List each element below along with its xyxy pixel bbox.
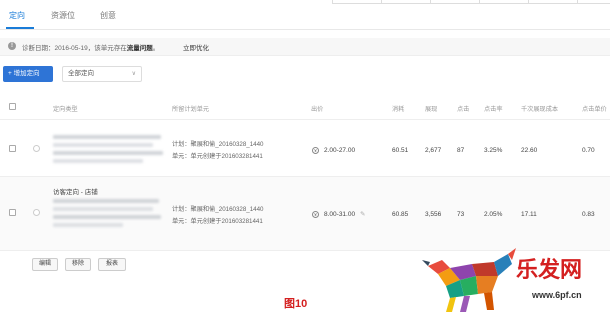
blurred-text: [53, 135, 161, 139]
logo-url-text: www.6pf.cn: [532, 290, 582, 300]
info-icon: !: [8, 42, 16, 50]
blurred-text: [53, 143, 153, 147]
figure-caption: 图10: [284, 298, 308, 310]
tab-bar: 定向 资源位 创意: [0, 0, 610, 30]
cpc-value: 0.70: [582, 147, 595, 154]
blurred-text: [53, 223, 123, 227]
watermark-logo: 乐发网 www.6pf.cn: [420, 246, 610, 318]
diagnosis-notice: ! 诊断日期：2016-05-19，该单元存在流量问题。 立即优化: [0, 38, 610, 56]
bid-range: 2.00-27.00: [324, 147, 356, 154]
header-cpm: 千次展现成本: [521, 106, 559, 113]
cost-value: 60.51: [392, 147, 409, 154]
add-targeting-button[interactable]: + 增加定向: [3, 66, 53, 82]
bull-logo-icon: [422, 248, 516, 312]
header-impressions: 展现: [425, 106, 438, 113]
active-tab-indicator: [6, 27, 34, 29]
clicks-value: 73: [457, 211, 465, 218]
row-checkbox[interactable]: [9, 209, 16, 216]
row-checkbox[interactable]: [9, 145, 16, 152]
row-expand-icon[interactable]: [33, 209, 40, 216]
plan-name: 计划：聚展和偷_20160328_1440: [172, 206, 264, 213]
header-clicks: 点击: [457, 106, 470, 113]
optimize-now-link[interactable]: 立即优化: [183, 42, 209, 52]
blurred-text: [53, 151, 163, 155]
tab-targeting[interactable]: 定向: [9, 10, 25, 21]
table-header: 定向类型 所留计划单元 出价 消耗 展现 点击 点击率 千次展现成本 点击单价: [0, 92, 610, 120]
select-all-checkbox[interactable]: [9, 103, 16, 110]
clicks-value: 87: [457, 147, 465, 154]
bid-icon: ¥: [312, 147, 319, 154]
notice-highlight: 流量问题: [126, 45, 153, 52]
cpm-value: 22.60: [521, 147, 538, 154]
header-cost: 消耗: [392, 106, 405, 113]
impressions-value: 3,556: [425, 211, 442, 218]
remove-button[interactable]: 移除: [65, 258, 91, 271]
cpm-value: 17.11: [521, 211, 537, 218]
header-ctr: 点击率: [484, 106, 503, 113]
blurred-text: [53, 159, 143, 163]
blurred-text: [53, 199, 159, 203]
notice-text: 诊断日期：2016-05-19，该单元存在流量问题。: [22, 45, 160, 52]
blurred-text: [53, 207, 153, 211]
edit-bid-icon[interactable]: ✎: [360, 210, 365, 218]
filter-value: 全部定向: [68, 70, 94, 77]
edit-button[interactable]: 编辑: [32, 258, 58, 271]
impressions-value: 2,677: [425, 147, 442, 154]
targeting-filter-select[interactable]: 全部定向 ∨: [62, 66, 142, 82]
tab-creative[interactable]: 创意: [100, 10, 116, 21]
report-button[interactable]: 报表: [98, 258, 126, 271]
bid-range: 8.00-31.00: [324, 211, 356, 218]
header-plan-unit: 所留计划单元: [172, 106, 210, 113]
ctr-value: 3.25%: [484, 147, 503, 154]
plan-name: 计划：聚展和偷_20160328_1440: [172, 141, 264, 148]
tab-resource-position[interactable]: 资源位: [51, 10, 75, 21]
logo-brand-text: 乐发网: [516, 257, 583, 283]
header-cpc: 点击单价: [582, 106, 607, 113]
bid-icon: ¥: [312, 211, 319, 218]
chevron-down-icon: ∨: [131, 71, 136, 77]
unit-name: 单元：单元创建于201603281441: [172, 218, 263, 225]
table-row: 访客定向 - 店铺 计划：聚展和偷_20160328_1440 单元：单元创建于…: [0, 177, 610, 251]
ctr-value: 2.05%: [484, 211, 503, 218]
table-row: 计划：聚展和偷_20160328_1440 单元：单元创建于2016032814…: [0, 121, 610, 177]
header-targeting-type: 定向类型: [53, 106, 78, 113]
row-expand-icon[interactable]: [33, 145, 40, 152]
cost-value: 60.85: [392, 211, 409, 218]
unit-name: 单元：单元创建于201603281441: [172, 153, 263, 160]
header-bid: 出价: [311, 106, 324, 113]
blurred-text: [53, 215, 161, 219]
cpc-value: 0.83: [582, 211, 595, 218]
targeting-title: 访客定向 - 店铺: [53, 189, 98, 196]
